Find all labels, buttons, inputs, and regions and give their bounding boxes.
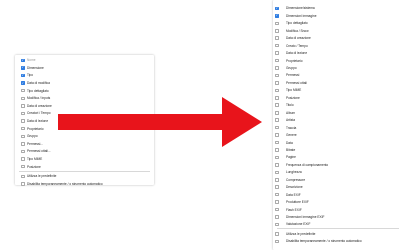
- unchecked-checkbox-icon[interactable]: [275, 21, 279, 26]
- unchecked-checkbox-icon[interactable]: [275, 155, 279, 160]
- unchecked-checkbox-icon[interactable]: [275, 133, 279, 137]
- unchecked-checkbox-icon[interactable]: [275, 215, 279, 219]
- unchecked-checkbox-icon[interactable]: [275, 232, 279, 236]
- unchecked-checkbox-icon[interactable]: [275, 81, 279, 85]
- column-option-label: Genere: [286, 133, 297, 138]
- column-option-label: Compressore: [286, 177, 306, 182]
- column-option-label: Titolo: [286, 103, 294, 108]
- right-column-menu: ✓ Dimensione/sistema ✓ Dimensioni immagine T…: [273, 0, 402, 250]
- column-option-label: Lunghezza: [286, 170, 302, 175]
- column-option-label: Produttore EXIF: [286, 200, 309, 205]
- column-option-label: Frequenza di campionamento: [286, 162, 329, 167]
- unchecked-checkbox-icon[interactable]: [275, 66, 279, 70]
- column-option-label: Dimensioni immagine EXIF: [286, 215, 325, 220]
- unchecked-checkbox-icon[interactable]: [275, 207, 279, 212]
- unchecked-checkbox-icon[interactable]: [275, 239, 279, 244]
- column-option-label: Traccia: [286, 125, 297, 130]
- column-option-label: Dimensioni immagine: [286, 13, 317, 18]
- column-option-label: Gruppo: [286, 66, 297, 71]
- column-option-label: Utilizza le predefinite: [286, 231, 316, 236]
- column-option-label: Disabilita temporaneamente / o strumento…: [286, 239, 362, 244]
- unchecked-checkbox-icon[interactable]: [275, 222, 279, 227]
- unchecked-checkbox-icon[interactable]: [275, 73, 279, 78]
- unchecked-checkbox-icon[interactable]: [275, 110, 279, 115]
- checked-checkbox-icon[interactable]: ✓: [275, 14, 279, 18]
- column-option-label: Posizione: [286, 95, 300, 100]
- column-option-label: Data EXIF: [286, 192, 301, 197]
- column-option-label: Tipo MIME: [286, 88, 302, 93]
- column-option-label: Artista: [286, 118, 296, 123]
- unchecked-checkbox-icon[interactable]: [275, 177, 279, 182]
- unchecked-checkbox-icon[interactable]: [275, 103, 279, 108]
- unchecked-checkbox-icon[interactable]: [275, 192, 279, 197]
- column-option-label: Proprietario: [286, 58, 303, 63]
- unchecked-checkbox-icon[interactable]: [275, 88, 279, 93]
- unchecked-checkbox-icon[interactable]: [275, 170, 279, 175]
- unchecked-checkbox-icon[interactable]: [275, 140, 279, 145]
- column-option-label: Pagine: [286, 155, 296, 160]
- column-option-label: Dimensione/sistema: [286, 6, 315, 11]
- column-option-label: Data di creazione: [286, 36, 311, 41]
- column-option-label: Permessi ottali: [286, 80, 307, 85]
- column-option-label: Tipo dettagliato: [286, 21, 308, 26]
- red-arrow-shape: [58, 97, 262, 147]
- unchecked-checkbox-icon[interactable]: [275, 200, 279, 204]
- unchecked-checkbox-icon[interactable]: [275, 185, 279, 190]
- column-option-label: Modifica / Snow: [286, 28, 309, 33]
- column-option-label: Creato / Tempo: [286, 43, 308, 48]
- unchecked-checkbox-icon[interactable]: [275, 58, 279, 63]
- unchecked-checkbox-icon[interactable]: [275, 118, 279, 122]
- unchecked-checkbox-icon[interactable]: [275, 51, 279, 55]
- column-option[interactable]: Disabilita temporaneamente / o strumento…: [273, 237, 402, 246]
- column-option-label: Bitrate: [286, 147, 296, 152]
- unchecked-checkbox-icon[interactable]: [275, 163, 279, 167]
- column-option-label: Data di lezione: [286, 51, 308, 56]
- unchecked-checkbox-icon[interactable]: [275, 125, 279, 130]
- unchecked-checkbox-icon[interactable]: [275, 28, 279, 33]
- unchecked-checkbox-icon[interactable]: [275, 96, 279, 100]
- checked-checkbox-icon[interactable]: ✓: [275, 7, 279, 11]
- unchecked-checkbox-icon[interactable]: [275, 148, 279, 152]
- column-option-label: Descrizione: [286, 185, 303, 190]
- unchecked-checkbox-icon[interactable]: [275, 36, 279, 41]
- column-option-label: Valutazione EXIF: [286, 222, 311, 227]
- column-option-label: Album: [286, 110, 296, 115]
- column-option-label: Permessi: [286, 73, 300, 78]
- column-option-label: Flash EXIF: [286, 207, 302, 212]
- column-option-label: Data: [286, 140, 293, 145]
- unchecked-checkbox-icon[interactable]: [275, 43, 279, 48]
